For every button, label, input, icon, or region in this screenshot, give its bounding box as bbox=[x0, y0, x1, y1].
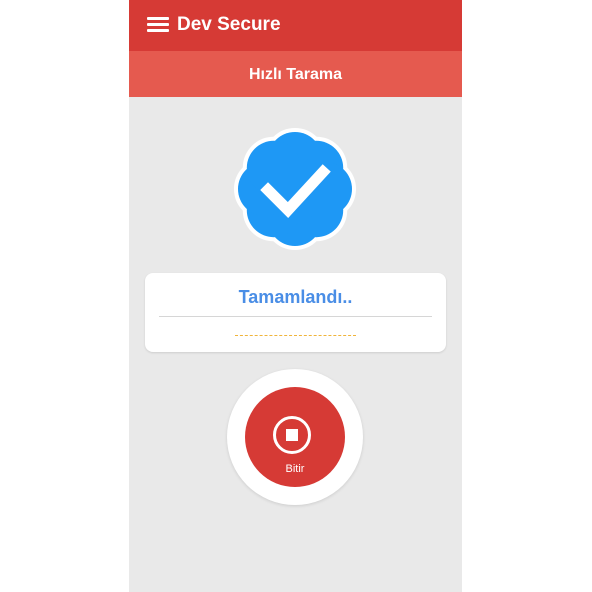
scan-status-card: Tamamlandı.. bbox=[145, 273, 446, 352]
sub-header: Hızlı Tarama bbox=[129, 51, 462, 97]
progress-dashes bbox=[235, 335, 356, 336]
app-screen: Dev Secure Hızlı Tarama Tamamlandı.. Bit… bbox=[129, 0, 462, 592]
app-title: Dev Secure bbox=[177, 14, 281, 35]
stop-square bbox=[286, 429, 298, 441]
app-bar: Dev Secure bbox=[129, 0, 462, 51]
stop-icon bbox=[273, 416, 311, 454]
stop-button-label: Bitir bbox=[285, 463, 305, 475]
verified-check-badge-icon bbox=[230, 124, 360, 254]
hamburger-menu-icon[interactable] bbox=[147, 17, 169, 33]
stop-button[interactable]: Bitir bbox=[245, 387, 345, 487]
scan-status-text: Tamamlandı.. bbox=[238, 287, 353, 307]
divider bbox=[159, 316, 432, 317]
page-title: Hızlı Tarama bbox=[248, 66, 343, 83]
